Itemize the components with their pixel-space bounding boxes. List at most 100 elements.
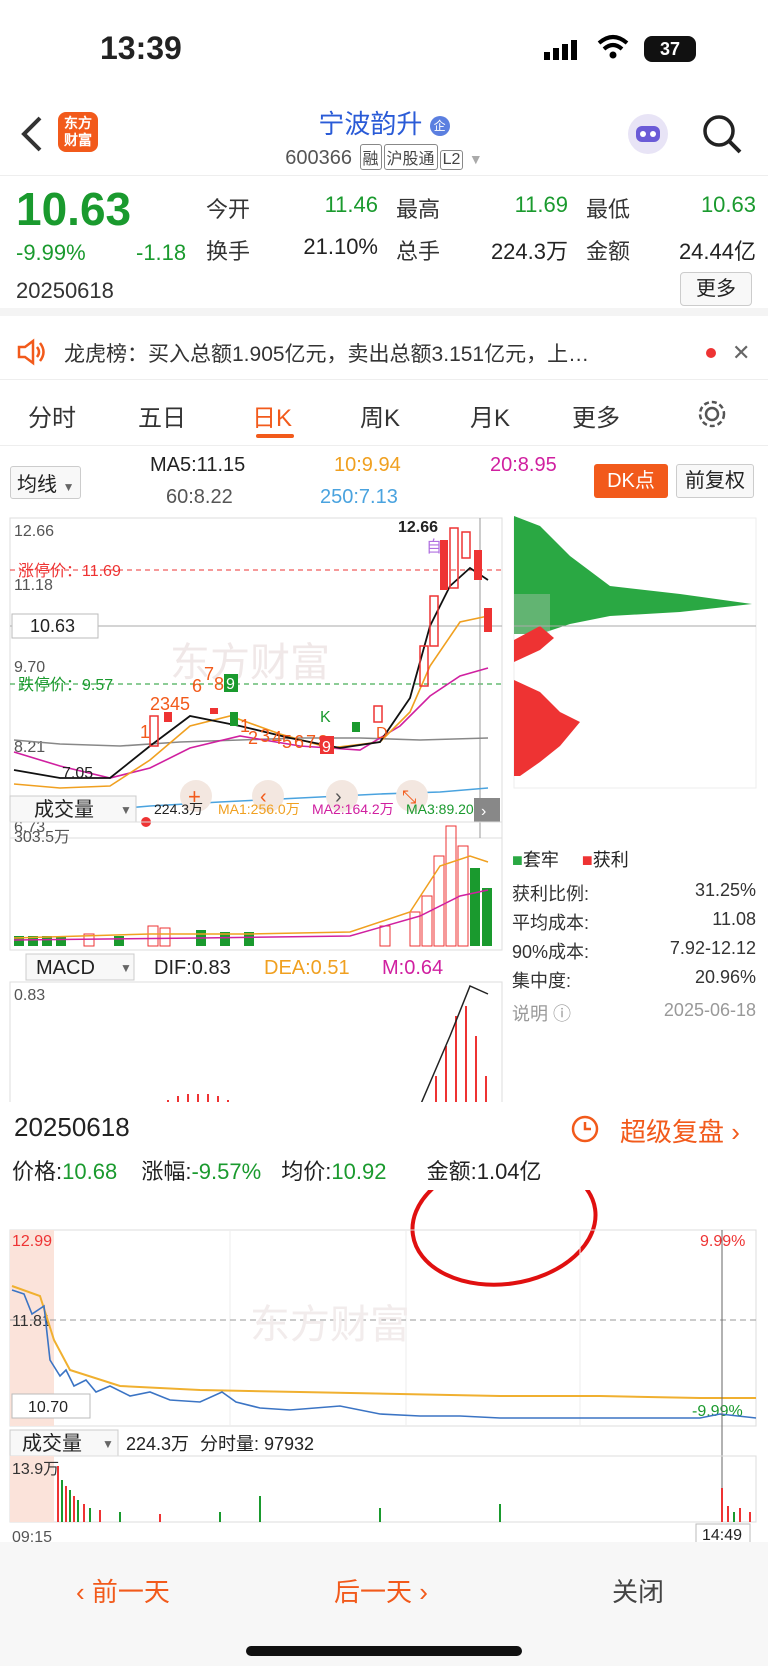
turnover-value: 21.10% bbox=[303, 234, 378, 259]
more-button[interactable]: 更多 bbox=[680, 272, 752, 306]
current-price-box: 10.63 bbox=[30, 616, 75, 636]
quote-date: 20250618 bbox=[16, 278, 114, 303]
limit-up-label: 涨停价：11.69 bbox=[18, 562, 121, 580]
intraday-y-top: 12.99 bbox=[12, 1233, 52, 1250]
intraday-time-cursor: 14:49 bbox=[702, 1527, 742, 1542]
chip-row-avg-cost: 平均成本: 11.08 bbox=[512, 909, 756, 938]
close-icon[interactable]: ✕ bbox=[732, 340, 750, 366]
info-icon: ⓘ bbox=[553, 1004, 572, 1024]
tag-margin: 融 bbox=[359, 144, 382, 170]
hand-drawn-circle bbox=[410, 1190, 598, 1287]
next-day-button[interactable]: 后一天 › bbox=[334, 1572, 428, 1609]
seq-label-2345: 2345 bbox=[150, 694, 190, 714]
svg-text:▼: ▼ bbox=[120, 803, 132, 817]
tag-l2: L2 bbox=[439, 150, 464, 170]
search-icon[interactable] bbox=[700, 112, 744, 161]
home-indicator bbox=[246, 1646, 522, 1656]
tab-daily-k[interactable]: 日K bbox=[252, 398, 292, 433]
stock-name-text: 宁波韵升 bbox=[318, 109, 423, 139]
chevron-right-icon: › bbox=[419, 1577, 428, 1607]
robot-assistant-icon[interactable] bbox=[626, 112, 670, 161]
kline-y-970: 9.70 bbox=[14, 659, 45, 676]
chip-row-90-cost: 90%成本: 7.92-12.12 bbox=[512, 938, 756, 967]
amount-value: 24.44亿 bbox=[678, 239, 756, 264]
seq-label-a2: 2 bbox=[248, 728, 258, 748]
prev-day-button[interactable]: ‹ 前一天 bbox=[76, 1572, 170, 1609]
intraday-vol-select: 成交量 bbox=[22, 1432, 82, 1455]
macd-m: M:0.64 bbox=[382, 957, 443, 979]
self-marker: 自 bbox=[426, 538, 442, 556]
macd-select: MACD bbox=[36, 957, 95, 979]
tab-five-day[interactable]: 五日 bbox=[138, 398, 186, 433]
chip-row-concentration: 集中度: 20.96% bbox=[512, 967, 756, 996]
price-label: 价格: bbox=[12, 1159, 63, 1184]
seq-label-8: 8 bbox=[214, 674, 224, 694]
chip-note: 说明 bbox=[512, 1004, 548, 1024]
kline-y-high: 12.66 bbox=[14, 523, 54, 540]
ma10-value: 10:9.94 bbox=[334, 454, 401, 476]
intraday-volume-bars bbox=[57, 1466, 751, 1522]
close-button[interactable]: 关闭 bbox=[612, 1572, 664, 1609]
ma-select-label: 均线 bbox=[17, 474, 57, 496]
volume-value-vol: 224.3万 bbox=[154, 801, 203, 817]
status-bar: 13:39 37 bbox=[0, 0, 768, 100]
seq-label-a7: 7 bbox=[306, 732, 316, 752]
tab-more[interactable]: 更多 bbox=[572, 398, 620, 433]
kline-toolbar: 均线 ▼ MA5:11.15 10:9.94 20:8.95 60:8.22 2… bbox=[0, 450, 768, 518]
dk-point-button[interactable]: DK点 bbox=[594, 464, 668, 498]
chevron-down-icon: ▼ bbox=[468, 151, 483, 167]
tab-intraday[interactable]: 分时 bbox=[28, 398, 76, 433]
legend-profit: 获利 bbox=[592, 850, 629, 870]
open-value: 11.46 bbox=[324, 192, 378, 217]
macd-max: 0.83 bbox=[14, 987, 45, 1004]
super-replay-link[interactable]: 超级复盘 › bbox=[620, 1112, 740, 1149]
volume-value: 224.3万 bbox=[490, 239, 568, 264]
intraday-y-low: 10.70 bbox=[28, 1399, 68, 1416]
adjust-mode-button[interactable]: 前复权 bbox=[676, 464, 754, 498]
chip-date: 2025-06-18 bbox=[663, 1000, 756, 1020]
period-tabs: 分时 五日 日K 周K 月K 更多 bbox=[0, 384, 768, 446]
macd-dea: DEA:0.51 bbox=[264, 957, 350, 979]
intraday-time-start: 09:15 bbox=[12, 1529, 52, 1542]
wifi-icon bbox=[596, 34, 630, 65]
signal-icon bbox=[544, 38, 584, 65]
tab-monthly-k[interactable]: 月K bbox=[470, 398, 510, 433]
ma-select[interactable]: 均线 ▼ bbox=[10, 466, 82, 499]
prev-day-label: 前一天 bbox=[91, 1577, 170, 1607]
change-pct: -9.99% bbox=[16, 240, 86, 265]
intraday-watermark: 东方财富 bbox=[250, 1303, 410, 1347]
seq-label-6: 6 bbox=[192, 676, 202, 696]
svg-text:▼: ▼ bbox=[120, 961, 132, 975]
d-marker: D bbox=[376, 725, 388, 742]
chip-value: 20.96% bbox=[694, 967, 756, 987]
k-marker: K bbox=[320, 709, 331, 726]
change-amount: -1.18 bbox=[136, 240, 187, 265]
tab-weekly-k[interactable]: 周K bbox=[360, 398, 400, 433]
legend-lock: 套牢 bbox=[522, 850, 559, 870]
open-label: 今开 bbox=[206, 197, 251, 222]
intraday-pct-top: 9.99% bbox=[700, 1233, 745, 1250]
amount-label: 金额 bbox=[586, 239, 631, 264]
volume-bars bbox=[14, 825, 492, 947]
seq-label-a6: 6 bbox=[294, 732, 304, 752]
chip-row-profit: 获利比例: 31.25% bbox=[512, 880, 756, 909]
volume-max: 303.5万 bbox=[14, 829, 70, 846]
chip-row-note[interactable]: 说明 ⓘ 2025-06-18 bbox=[512, 1000, 756, 1029]
low-marker: 7.05 bbox=[62, 765, 93, 782]
macd-dif: DIF:0.83 bbox=[154, 957, 231, 979]
seq-label-9-top: 9 bbox=[226, 676, 235, 693]
volume-select: 成交量 bbox=[34, 798, 94, 821]
chip-value: 7.92-12.12 bbox=[669, 938, 756, 958]
chip-value: 11.08 bbox=[712, 909, 756, 929]
intraday-vol-total: 224.3万 bbox=[126, 1434, 189, 1454]
replay-date: 20250618 bbox=[14, 1112, 130, 1142]
intraday-chart[interactable]: 东方财富 12.99 11.81 10.70 9.99% -9.99% 成交量 … bbox=[0, 1190, 768, 1542]
limit-down-label: 跌停价：9.57 bbox=[18, 676, 113, 694]
settings-gear-icon[interactable] bbox=[696, 398, 728, 435]
chevron-right-icon: › bbox=[481, 803, 486, 820]
speaker-icon bbox=[16, 338, 48, 371]
low-label: 最低 bbox=[586, 197, 631, 222]
notice-bar[interactable]: 龙虎榜：买入总额1.905亿元，卖出总额3.151亿元，上… ✕ bbox=[0, 324, 768, 380]
enterprise-badge-icon: 企 bbox=[429, 116, 450, 137]
seq-label-1: 1 bbox=[140, 722, 150, 742]
